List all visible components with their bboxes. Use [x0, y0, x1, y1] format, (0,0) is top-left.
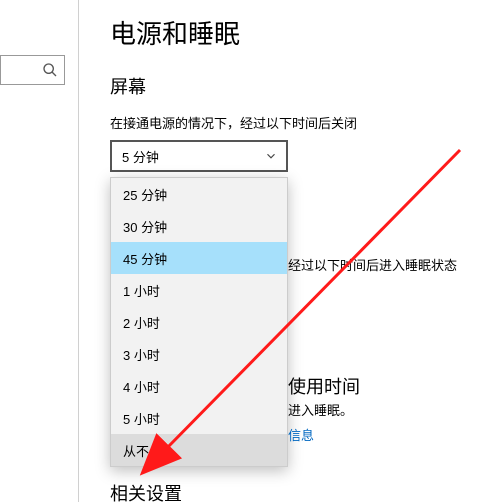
dropdown-item[interactable]: 1 小时 [111, 274, 287, 306]
dropdown-item[interactable]: 从不 [111, 434, 287, 466]
dropdown-item[interactable]: 25 分钟 [111, 178, 287, 210]
dropdown-item[interactable]: 5 小时 [111, 402, 287, 434]
dropdown-item[interactable]: 30 分钟 [111, 210, 287, 242]
usage-heading: 使用时间 [288, 373, 360, 399]
usage-link[interactable]: 信息 [288, 425, 314, 444]
chevron-down-icon [264, 149, 278, 163]
related-heading: 相关设置 [110, 480, 182, 502]
search-icon [42, 62, 58, 78]
dropdown-item[interactable]: 4 小时 [111, 370, 287, 402]
dropdown-item[interactable]: 45 分钟 [111, 242, 287, 274]
sleep-plugged-desc: 经过以下时间后进入睡眠状态 [288, 255, 457, 274]
timeout-dropdown[interactable]: 25 分钟30 分钟45 分钟1 小时2 小时3 小时4 小时5 小时从不 [110, 177, 288, 467]
page-title: 电源和睡眠 [110, 14, 502, 51]
usage-sub: 进入睡眠。 [288, 400, 353, 419]
screen-plugged-desc: 在接通电源的情况下，经过以下时间后关闭 [110, 113, 502, 132]
screen-timeout-select[interactable]: 5 分钟 [110, 140, 288, 172]
select-value: 5 分钟 [122, 147, 159, 166]
vertical-divider [78, 0, 79, 502]
dropdown-item[interactable]: 2 小时 [111, 306, 287, 338]
screen-heading: 屏幕 [110, 73, 502, 99]
dropdown-item[interactable]: 3 小时 [111, 338, 287, 370]
search-input[interactable] [0, 55, 65, 85]
